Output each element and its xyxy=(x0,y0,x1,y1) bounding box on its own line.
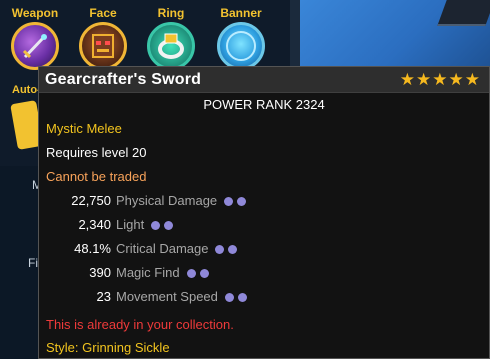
item-style: Style: Grinning Sickle xyxy=(46,340,170,355)
upgrade-dot xyxy=(199,269,209,278)
upgrade-dot xyxy=(237,197,247,206)
weapon-slot[interactable]: Weapon xyxy=(0,6,70,70)
auto-button[interactable]: Auto- xyxy=(12,84,41,96)
ring-slot-label: Ring xyxy=(157,6,185,20)
power-rank: POWER RANK 2324 xyxy=(203,97,325,112)
stat-row: 2,340 Light xyxy=(39,217,299,235)
side-text-fi: Fi xyxy=(28,256,38,270)
world-device xyxy=(437,0,490,26)
stat-row: 23 Movement Speed xyxy=(39,289,299,307)
stat-name-wrap: Critical Damage xyxy=(116,241,238,256)
upgrade-dot xyxy=(151,221,161,230)
upgrade-dot xyxy=(224,197,234,206)
stat-row: 48.1% Critical Damage xyxy=(39,241,299,259)
ring-slot[interactable]: Ring xyxy=(136,6,206,70)
stat-name: Magic Find xyxy=(116,265,180,280)
upgrade-dot xyxy=(215,245,225,254)
stat-row: 22,750 Physical Damage xyxy=(39,193,299,211)
banner-slot-label: Banner xyxy=(220,6,262,20)
upgrade-dot xyxy=(228,245,238,254)
stat-name: Physical Damage xyxy=(116,193,218,208)
trade-status: Cannot be traded xyxy=(46,169,147,184)
face-slot[interactable]: Face xyxy=(68,6,138,70)
star-rating: ★★★★★ xyxy=(399,69,481,89)
upgrade-dot xyxy=(224,293,234,302)
stat-name: Critical Damage xyxy=(116,241,209,256)
ring-icon xyxy=(147,22,195,70)
stat-row: 390 Magic Find xyxy=(39,265,299,283)
item-name: Gearcrafter's Sword xyxy=(45,70,202,88)
stat-value: 22,750 xyxy=(71,193,111,208)
tooltip-header: Gearcrafter's Sword ★★★★★ xyxy=(39,67,489,93)
stat-name-wrap: Movement Speed xyxy=(116,289,247,304)
weapon-slot-label: Weapon xyxy=(11,6,59,20)
stat-value: 23 xyxy=(96,289,111,304)
stat-name-wrap: Magic Find xyxy=(116,265,209,280)
upgrade-dot xyxy=(237,293,247,302)
collection-note: This is already in your collection. xyxy=(46,317,234,332)
stat-name-wrap: Physical Damage xyxy=(116,193,247,208)
sword-icon xyxy=(11,22,59,70)
stat-name: Movement Speed xyxy=(116,289,218,304)
stat-name-wrap: Light xyxy=(116,217,174,232)
stat-name: Light xyxy=(116,217,145,232)
stat-value: 48.1% xyxy=(74,241,111,256)
upgrade-dot xyxy=(186,269,196,278)
upgrade-dot xyxy=(164,221,174,230)
item-tooltip: Gearcrafter's Sword ★★★★★ POWER RANK 232… xyxy=(38,66,490,359)
item-type: Mystic Melee xyxy=(46,121,122,136)
stat-value: 390 xyxy=(89,265,111,280)
face-icon xyxy=(79,22,127,70)
face-slot-label: Face xyxy=(89,6,117,20)
stat-value: 2,340 xyxy=(78,217,111,232)
banner-icon xyxy=(217,22,265,70)
level-requirement: Requires level 20 xyxy=(46,145,147,160)
banner-slot[interactable]: Banner xyxy=(206,6,276,70)
